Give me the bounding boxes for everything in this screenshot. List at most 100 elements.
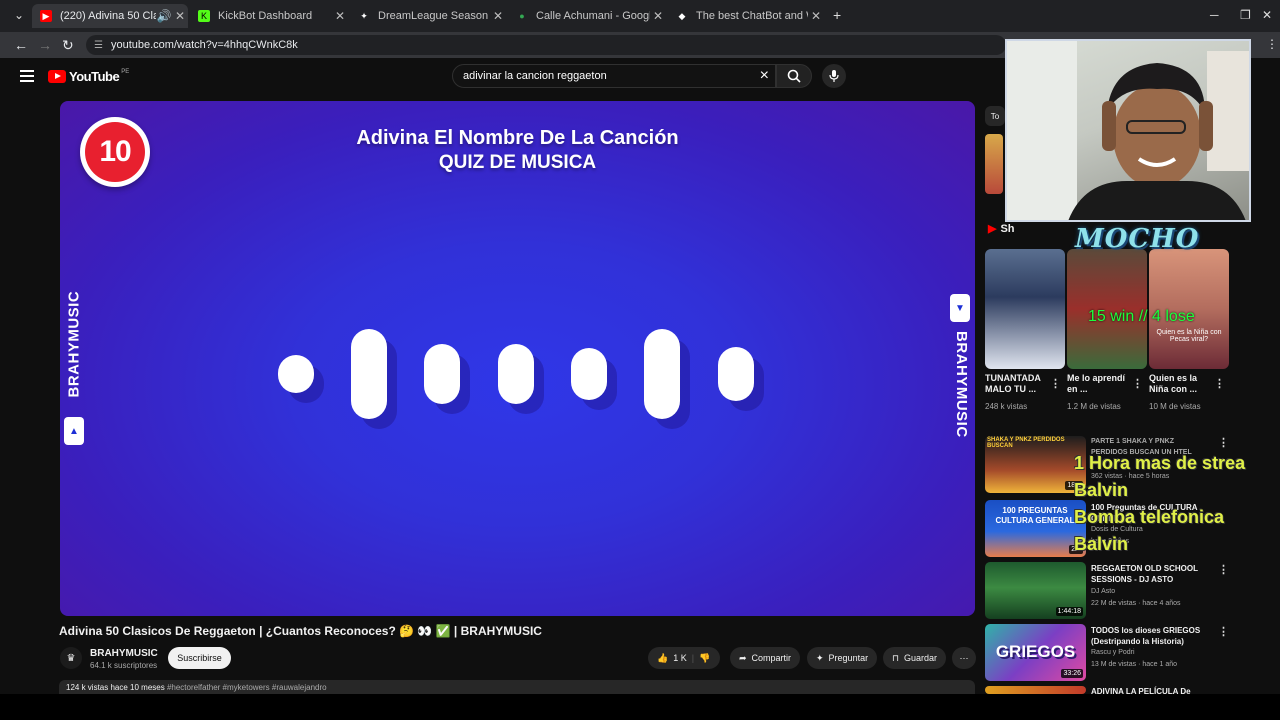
tab-chatbot[interactable]: ◆ The best ChatBot and Widgets ✕: [668, 4, 824, 28]
video-overlay-title: Adivina El Nombre De La Canción: [356, 127, 679, 149]
short-title[interactable]: Me lo aprendí en ...: [1067, 373, 1137, 395]
save-label: Guardar: [904, 653, 938, 663]
description-tags[interactable]: #hectorelfather #myketowers #rauwalejand…: [167, 683, 327, 692]
address-bar[interactable]: ☰ youtube.com/watch?v=4hhqCWnkC8k: [86, 35, 1006, 55]
microphone-icon: [829, 70, 839, 82]
tab-liquipedia[interactable]: ✦ DreamLeague Season 27 - Liqu ✕: [350, 4, 506, 28]
sidebar-thumb-partial[interactable]: [985, 134, 1003, 194]
video-title[interactable]: REGGAETON OLD SCHOOL SESSIONS - DJ ASTO: [1091, 563, 1209, 585]
down-arrow-icon: ▼: [950, 294, 970, 322]
thumb-text: GRIEGOS: [995, 642, 1076, 661]
video-duration: 1:44:18: [1055, 607, 1083, 616]
voice-search-button[interactable]: [822, 64, 846, 88]
url-text: youtube.com/watch?v=4hhqCWnkC8k: [110, 39, 298, 51]
browser-tab-bar: ⌄ ▶ (220) Adivina 50 Clasicos De Reggaet…: [0, 0, 1280, 32]
short-thumb-caption: Quien es la Niña con Pecas viral?: [1156, 329, 1222, 343]
shorts-icon: ▶: [988, 223, 997, 235]
video-title: Adivina 50 Clasicos De Reggaeton | ¿Cuan…: [59, 624, 542, 638]
tab-title: DreamLeague Season 27 - Liqu: [378, 10, 490, 22]
bookmark-icon: ⊓: [892, 652, 900, 663]
more-options-icon[interactable]: ⋮: [1218, 436, 1229, 449]
tab-maps[interactable]: ● Calle Achumani - Google Maps ✕: [508, 4, 666, 28]
close-icon[interactable]: ✕: [332, 9, 348, 23]
share-label: Compartir: [751, 653, 792, 663]
youtube-icon: ▶: [40, 10, 52, 22]
close-icon[interactable]: ✕: [808, 9, 824, 23]
streamer-webcam-image: [1007, 41, 1249, 220]
ask-button[interactable]: ✦ Preguntar: [807, 647, 878, 669]
dislike-icon[interactable]: 👎: [699, 653, 710, 664]
short-thumbnail[interactable]: [985, 249, 1065, 369]
subscribe-button[interactable]: Suscribirse: [168, 647, 231, 669]
audio-bar: [351, 329, 387, 419]
close-window-icon[interactable]: ✕: [1262, 8, 1272, 22]
video-thumbnail[interactable]: SHAKA Y PNKZ PERDIDOS BUSCAN 18:2: [985, 436, 1086, 493]
new-tab-icon[interactable]: +: [833, 7, 841, 23]
video-meta: 362 vistas · hace 5 horas: [1091, 473, 1170, 480]
video-thumbnail[interactable]: [985, 686, 1086, 694]
brand-watermark-right: BRAHYMUSIC: [953, 331, 970, 438]
video-overlay-subtitle: QUIZ DE MUSICA: [438, 152, 597, 173]
more-options-icon[interactable]: ⋮: [1050, 377, 1061, 390]
channel-name[interactable]: DJ Asto: [1091, 588, 1115, 595]
audio-bar: [571, 348, 607, 400]
tab-search-icon[interactable]: ⌄: [14, 8, 24, 22]
close-icon[interactable]: ✕: [172, 9, 188, 23]
thumb-text: 100 PREGUNTAS CULTURA GENERAL: [995, 506, 1075, 525]
chat-overlay-line: Balvin: [1074, 534, 1129, 554]
up-arrow-icon: ▲: [64, 417, 84, 445]
shorts-label: Sh: [1000, 222, 1015, 235]
video-duration: 33:26: [1061, 669, 1083, 678]
search-value: adivinar la cancion reggaeton: [463, 70, 607, 82]
more-actions-icon[interactable]: ⋯: [952, 647, 976, 669]
like-icon[interactable]: 👍: [657, 653, 668, 664]
tab-kickbot[interactable]: K KickBot Dashboard ✕: [190, 4, 348, 28]
short-views: 1.2 M de vistas: [1067, 402, 1121, 411]
channel-name[interactable]: Rascu y Podri: [1091, 649, 1135, 656]
site-info-icon[interactable]: ☰: [94, 40, 103, 51]
close-icon[interactable]: ✕: [650, 9, 666, 23]
screen-bottom-bar: [0, 694, 1280, 720]
forward-icon[interactable]: →: [38, 37, 52, 53]
channel-avatar[interactable]: ♛: [60, 647, 82, 669]
tab-title: KickBot Dashboard: [218, 10, 313, 22]
youtube-play-icon: [48, 70, 66, 83]
channel-name[interactable]: BRAHYMUSIC: [90, 648, 158, 659]
menu-icon[interactable]: [20, 70, 34, 82]
short-title[interactable]: Quien es la Niña con ...: [1149, 373, 1219, 395]
search-button[interactable]: [776, 64, 812, 88]
clear-search-icon[interactable]: ×: [760, 67, 769, 85]
video-meta: 22 M de vistas · hace 4 años: [1091, 600, 1181, 607]
share-button[interactable]: ➦ Compartir: [730, 647, 801, 669]
back-icon[interactable]: ←: [14, 37, 28, 53]
webcam-overlay: [1005, 39, 1251, 222]
chat-overlay-line: Balvin: [1074, 480, 1129, 500]
video-thumbnail[interactable]: 100 PREGUNTAS CULTURA GENERAL 22:: [985, 500, 1086, 557]
search-input[interactable]: adivinar la cancion reggaeton ×: [452, 64, 776, 88]
more-options-icon[interactable]: ⋮: [1132, 377, 1143, 390]
maximize-icon[interactable]: ❐: [1240, 8, 1251, 22]
more-options-icon[interactable]: ⋮: [1218, 563, 1229, 576]
minimize-icon[interactable]: ─: [1210, 8, 1219, 22]
video-thumbnail[interactable]: GRIEGOS 33:26: [985, 624, 1086, 681]
browser-menu-icon[interactable]: ⋮: [1266, 37, 1278, 51]
save-button[interactable]: ⊓ Guardar: [883, 647, 947, 669]
speaker-icon[interactable]: 🔊: [156, 9, 172, 23]
video-title[interactable]: TODOS los dioses GRIEGOS (Destripando la…: [1091, 625, 1209, 647]
short-views: 248 k vistas: [985, 402, 1028, 411]
thumb-text: SHAKA Y PNKZ PERDIDOS BUSCAN: [987, 437, 1065, 449]
close-icon[interactable]: ✕: [490, 9, 506, 23]
more-options-icon[interactable]: ⋮: [1214, 377, 1225, 390]
video-player[interactable]: 10 Adivina El Nombre De La Canción QUIZ …: [60, 101, 975, 616]
tab-youtube[interactable]: ▶ (220) Adivina 50 Clasicos De Reggaeton…: [32, 4, 188, 28]
video-meta: 13 M de vistas · hace 1 año: [1091, 661, 1177, 668]
tab-title: Calle Achumani - Google Maps: [536, 10, 650, 22]
filter-chip[interactable]: To: [985, 106, 1005, 126]
video-thumbnail[interactable]: 1:44:18: [985, 562, 1086, 619]
more-options-icon[interactable]: ⋮: [1218, 625, 1229, 638]
reload-icon[interactable]: ↻: [62, 37, 74, 54]
description-box[interactable]: 124 k vistas hace 10 meses #hectorelfath…: [59, 680, 975, 694]
like-count[interactable]: 1 K: [673, 653, 687, 663]
youtube-logo[interactable]: YouTube PE: [48, 69, 129, 84]
short-title[interactable]: TUNANTADA MALO TU ...: [985, 373, 1055, 395]
